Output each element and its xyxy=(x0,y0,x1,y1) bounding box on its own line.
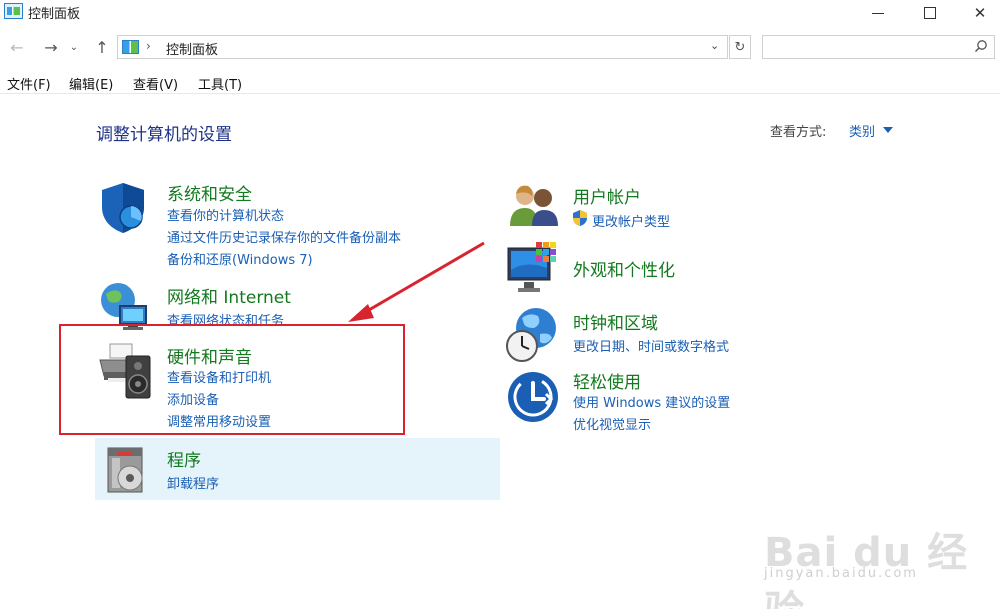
up-button[interactable]: ↑ xyxy=(91,36,113,58)
menu-bar: 文件(F) 编辑(E) 查看(V) 工具(T) xyxy=(0,70,1000,94)
search-icon[interactable] xyxy=(974,39,988,53)
recent-locations-button[interactable]: ⌄ xyxy=(67,36,81,58)
menu-edit[interactable]: 编辑(E) xyxy=(69,74,113,93)
programs-hover-highlight xyxy=(95,438,500,500)
shield-icon[interactable] xyxy=(98,181,148,235)
watermark-url: jingyan.baidu.com xyxy=(764,566,918,581)
link-optimize-visual-display[interactable]: 优化视觉显示 xyxy=(573,414,651,433)
annotation-highlight-box xyxy=(59,324,405,435)
refresh-button[interactable]: ↻ xyxy=(729,35,751,59)
address-dropdown-button[interactable]: ⌄ xyxy=(710,39,719,52)
link-uninstall-program[interactable]: 卸载程序 xyxy=(167,473,219,492)
category-title-appearance[interactable]: 外观和个性化 xyxy=(573,256,675,281)
link-recommended-settings[interactable]: 使用 Windows 建议的设置 xyxy=(573,392,730,411)
breadcrumb-separator[interactable]: › xyxy=(146,39,151,53)
baidu-watermark: Bai du 经验 jingyan.baidu.com xyxy=(764,500,994,609)
maximize-button[interactable] xyxy=(904,0,956,26)
category-title-network-internet[interactable]: 网络和 Internet xyxy=(167,283,291,308)
link-change-date-time-format[interactable]: 更改日期、时间或数字格式 xyxy=(573,336,729,355)
close-button[interactable]: ✕ xyxy=(954,0,1000,26)
window-title: 控制面板 xyxy=(28,7,81,22)
link-backup-restore[interactable]: 备份和还原(Windows 7) xyxy=(167,249,313,268)
ease-of-access-icon[interactable] xyxy=(506,370,560,424)
back-button[interactable]: ← xyxy=(6,36,28,58)
menu-file[interactable]: 文件(F) xyxy=(7,74,51,93)
view-by-label: 查看方式: xyxy=(770,125,827,140)
breadcrumb-control-panel[interactable]: 控制面板 xyxy=(166,39,218,58)
title-bar: 控制面板 ✕ xyxy=(0,0,1000,26)
monitor-palette-icon[interactable] xyxy=(506,240,562,298)
address-bar[interactable]: › 控制面板 ⌄ xyxy=(117,35,728,59)
category-title-system-security[interactable]: 系统和安全 xyxy=(167,180,252,205)
category-title-clock-region[interactable]: 时钟和区域 xyxy=(573,309,658,334)
navigation-bar: ← → ⌄ ↑ › 控制面板 ⌄ ↻ xyxy=(0,30,1000,64)
minimize-button[interactable] xyxy=(852,0,904,26)
menu-tools[interactable]: 工具(T) xyxy=(198,74,242,93)
search-input[interactable] xyxy=(762,35,995,59)
category-title-ease-of-access[interactable]: 轻松使用 xyxy=(573,368,641,393)
menu-view[interactable]: 查看(V) xyxy=(133,74,178,93)
watermark-logo: Bai du 经验 xyxy=(764,530,969,609)
page-title: 调整计算机的设置 xyxy=(96,125,232,145)
control-panel-icon xyxy=(122,40,139,54)
link-view-computer-status[interactable]: 查看你的计算机状态 xyxy=(167,205,284,224)
chevron-down-icon[interactable] xyxy=(883,127,893,133)
category-title-programs[interactable]: 程序 xyxy=(167,446,201,471)
link-file-history-backup[interactable]: 通过文件历史记录保存你的文件备份副本 xyxy=(167,227,401,246)
programs-disc-icon[interactable] xyxy=(104,444,150,496)
forward-button[interactable]: → xyxy=(40,36,62,58)
link-change-account-type[interactable]: 更改帐户类型 xyxy=(592,211,670,230)
category-title-user-accounts[interactable]: 用户帐户 xyxy=(573,183,641,208)
control-panel-icon xyxy=(4,3,23,19)
uac-shield-icon xyxy=(573,210,587,226)
view-by-dropdown[interactable]: 类别 xyxy=(849,121,875,140)
users-icon[interactable] xyxy=(508,182,560,228)
clock-globe-icon[interactable] xyxy=(504,306,560,364)
